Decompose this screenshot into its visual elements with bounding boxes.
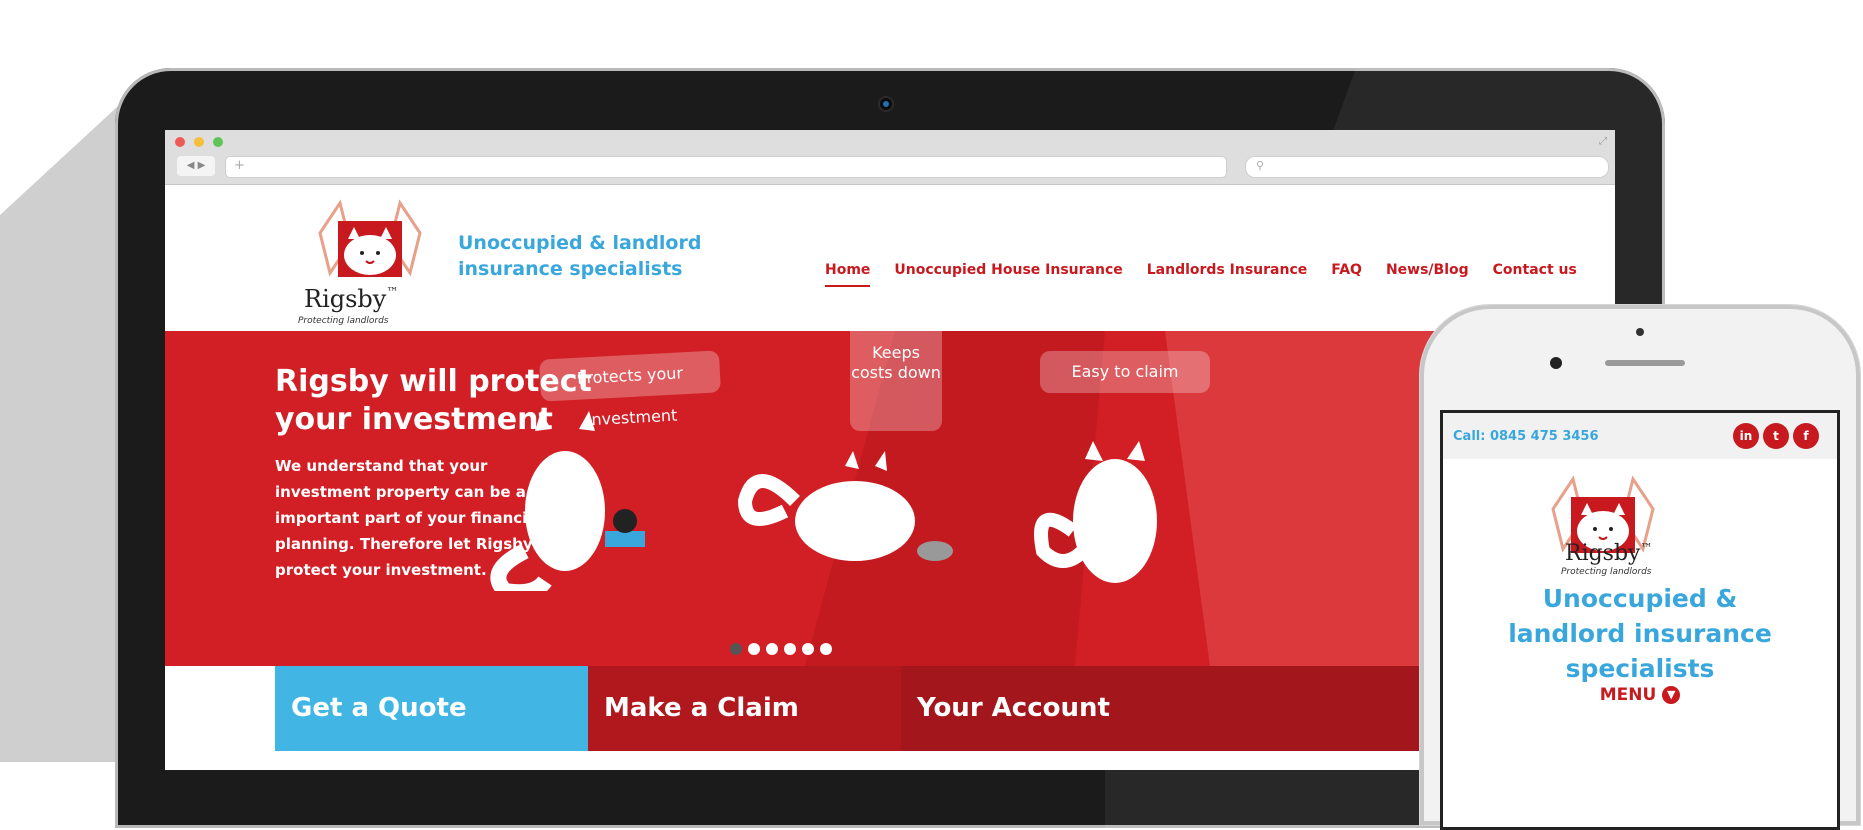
phone-tagline: Unoccupied & landlord insurance speciali… [1508, 584, 1772, 683]
laptop-camera-icon [880, 98, 892, 110]
phone-speaker [1605, 360, 1685, 366]
laptop-screen: ◀ ▶ + ⚲ ⤢ Rigsby™ Protecting landlords U… [165, 130, 1615, 770]
close-window-button[interactable] [175, 137, 185, 147]
slider-dot[interactable] [748, 643, 760, 655]
twitter-icon[interactable]: t [1763, 423, 1789, 449]
phone-screen: Call: 0845 475 3456 in t f Rigsby™ Prote… [1440, 410, 1840, 830]
bubble-easy-claim: Easy to claim [1040, 351, 1210, 393]
tagline-line-2: insurance specialists [458, 258, 683, 280]
address-bar[interactable]: + [225, 156, 1227, 178]
phone-logo-tm: ™ [1640, 541, 1653, 555]
slider-dots [730, 643, 832, 655]
linkedin-icon[interactable]: in [1733, 423, 1759, 449]
bubble-keeps-costs: Keeps costs down [850, 331, 942, 431]
cat-illustration-3 [1034, 441, 1157, 583]
phone-menu-button[interactable]: MENU ▼ [1443, 685, 1837, 705]
phone-camera-icon [1550, 357, 1562, 369]
hero-banner: Rigsby will protect your investment We u… [165, 331, 1615, 666]
cat-illustration-1 [490, 411, 645, 591]
nav-home[interactable]: Home [825, 262, 871, 287]
slider-dot[interactable] [820, 643, 832, 655]
search-icon: ⚲ [1256, 159, 1265, 172]
phone-logo-word: Rigsby [1565, 541, 1641, 566]
phone-logo-wordmark: Rigsby™ [1565, 541, 1653, 566]
facebook-icon[interactable]: f [1793, 423, 1819, 449]
maximize-window-button[interactable] [213, 137, 223, 147]
plus-icon[interactable]: + [234, 158, 245, 173]
bubble-protects: Protects your investment [539, 350, 721, 429]
main-nav: Home Unoccupied House Insurance Landlord… [825, 262, 1601, 287]
tagline-line-1: Unoccupied & landlord [458, 232, 702, 254]
logo-tm: ™ [386, 285, 399, 299]
slider-dot[interactable] [766, 643, 778, 655]
slider-dot[interactable] [784, 643, 796, 655]
chevron-down-icon: ▼ [1662, 686, 1681, 704]
logo-word: Rigsby [304, 285, 387, 313]
backdrop-shadow [0, 95, 130, 762]
slider-dot[interactable] [802, 643, 814, 655]
slider-dot[interactable] [730, 643, 742, 655]
get-a-quote-button[interactable]: Get a Quote [275, 666, 588, 751]
phone-sensor [1636, 328, 1644, 336]
nav-contact-us[interactable]: Contact us [1493, 262, 1577, 278]
nav-landlords-insurance[interactable]: Landlords Insurance [1147, 262, 1308, 278]
fullscreen-icon[interactable]: ⤢ [1599, 136, 1607, 147]
phone-call-number[interactable]: Call: 0845 475 3456 [1453, 429, 1599, 444]
nav-news-blog[interactable]: News/Blog [1386, 262, 1469, 278]
nav-faq[interactable]: FAQ [1331, 262, 1362, 278]
cat-illustration-2 [737, 451, 953, 561]
back-forward-buttons[interactable]: ◀ ▶ [177, 156, 215, 176]
make-a-claim-button[interactable]: Make a Claim [588, 666, 901, 751]
phone-frame: Call: 0845 475 3456 in t f Rigsby™ Prote… [1420, 305, 1860, 830]
nav-unoccupied-house-insurance[interactable]: Unoccupied House Insurance [894, 262, 1122, 278]
logo-wordmark: Rigsby™ [304, 285, 398, 313]
logo-subtitle: Protecting landlords [298, 316, 389, 326]
phone-logo-subtitle: Protecting landlords [1561, 567, 1652, 577]
phone-topbar: Call: 0845 475 3456 in t f [1443, 413, 1837, 459]
minimize-window-button[interactable] [194, 137, 204, 147]
site-header: Rigsby™ Protecting landlords Unoccupied … [165, 185, 1615, 331]
phone-menu-label: MENU [1599, 685, 1657, 705]
browser-chrome: ◀ ▶ + ⚲ ⤢ [165, 130, 1615, 185]
site-tagline: Unoccupied & landlord insurance speciali… [458, 230, 701, 282]
browser-search-bar[interactable]: ⚲ [1245, 156, 1609, 178]
